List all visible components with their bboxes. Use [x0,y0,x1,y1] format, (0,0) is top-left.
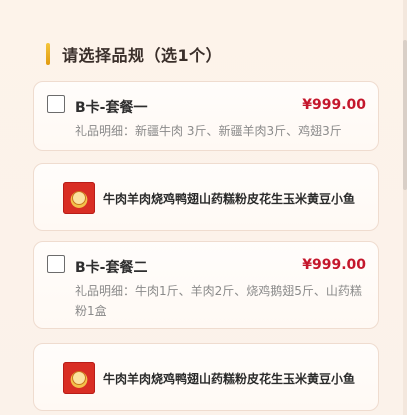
product-item-1[interactable]: 牛肉羊肉烧鸡鸭翅山药糕粉皮花生玉米黄豆小鱼 [33,163,379,231]
package-detail: 礼品明细：新疆牛肉 3斤、新疆羊肉3斤、鸡翅3斤 [75,124,342,138]
section-title: 请选择品规（选1个） [62,46,223,65]
package-detail: 礼品明细：牛肉1斤、羊肉2斤、烧鸡鹅翅5斤、山药糕粉1盒 [75,284,362,318]
package-price: ¥999.00 [302,257,366,273]
package-name: B卡-套餐二 [75,260,148,276]
product-thumbnail [63,362,95,394]
package-checkbox[interactable] [47,95,65,113]
product-name: 牛肉羊肉烧鸡鸭翅山药糕粉皮花生玉米黄豆小鱼 [103,192,356,206]
package-name: B卡-套餐一 [75,100,148,116]
package-option-2[interactable]: B卡-套餐二 ¥999.00 礼品明细：牛肉1斤、羊肉2斤、烧鸡鹅翅5斤、山药糕… [33,241,379,329]
package-option-1[interactable]: B卡-套餐一 ¥999.00 礼品明细：新疆牛肉 3斤、新疆羊肉3斤、鸡翅3斤 [33,81,379,151]
section-header: 请选择品规（选1个） [46,42,222,66]
product-item-2[interactable]: 牛肉羊肉烧鸡鸭翅山药糕粉皮花生玉米黄豆小鱼 [33,343,379,411]
package-checkbox[interactable] [47,255,65,273]
product-thumbnail [63,182,95,214]
package-price: ¥999.00 [302,97,366,113]
scrollbar-thumb[interactable] [403,40,407,190]
product-name: 牛肉羊肉烧鸡鸭翅山药糕粉皮花生玉米黄豆小鱼 [103,372,356,386]
scrollbar[interactable] [403,0,407,415]
section-accent-bar [46,43,50,65]
